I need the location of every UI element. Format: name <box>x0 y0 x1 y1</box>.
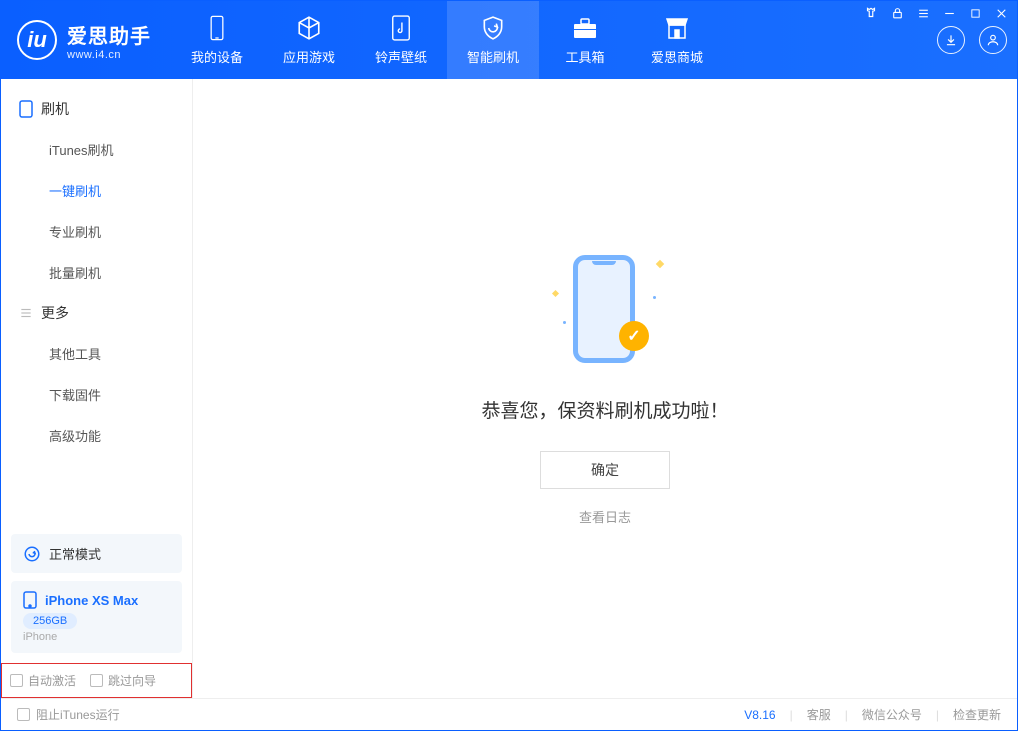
tab-label: 智能刷机 <box>467 47 519 66</box>
sidebar-item-pro-flash[interactable]: 专业刷机 <box>1 211 192 252</box>
tab-label: 应用游戏 <box>283 47 335 66</box>
checkbox-label: 自动激活 <box>28 672 76 689</box>
device-name: iPhone XS Max <box>45 593 138 608</box>
options-row: 自动激活 跳过向导 <box>1 663 192 698</box>
skip-guide-checkbox[interactable]: 跳过向导 <box>90 672 156 689</box>
tab-toolbox[interactable]: 工具箱 <box>539 1 631 79</box>
version-label: V8.16 <box>744 708 775 722</box>
header-right <box>937 26 1007 54</box>
sidebar-item-batch-flash[interactable]: 批量刷机 <box>1 252 192 293</box>
checkbox-icon <box>90 674 103 687</box>
capacity-badge: 256GB <box>23 613 77 629</box>
checkbox-icon <box>17 708 30 721</box>
lock-icon[interactable] <box>889 5 905 21</box>
shield-refresh-icon <box>480 15 506 41</box>
window-controls <box>863 5 1009 21</box>
sidebar-item-itunes-flash[interactable]: iTunes刷机 <box>1 129 192 170</box>
tab-label: 铃声壁纸 <box>375 47 427 66</box>
tab-store[interactable]: 爱思商城 <box>631 1 723 79</box>
sidebar-section-title: 更多 <box>41 303 69 323</box>
device-info-card[interactable]: iPhone XS Max 256GB iPhone <box>11 581 182 653</box>
main-content: ✓ 恭喜您，保资料刷机成功啦！ 确定 查看日志 <box>193 79 1017 698</box>
device-type: iPhone <box>23 631 170 643</box>
checkbox-icon <box>10 674 23 687</box>
block-itunes-checkbox[interactable]: 阻止iTunes运行 <box>17 706 120 723</box>
user-button[interactable] <box>979 26 1007 54</box>
header: iu 爱思助手 www.i4.cn 我的设备 应用游戏 铃声壁纸 智能刷机 <box>1 1 1017 79</box>
toolbox-icon <box>572 15 598 41</box>
sidebar-section-more: 更多 <box>1 293 192 333</box>
sidebar-section-flash: 刷机 <box>1 89 192 129</box>
tab-my-device[interactable]: 我的设备 <box>171 1 263 79</box>
logo-icon: iu <box>17 20 57 60</box>
support-link[interactable]: 客服 <box>807 706 831 723</box>
close-button[interactable] <box>993 5 1009 21</box>
check-update-link[interactable]: 检查更新 <box>953 706 1001 723</box>
tab-label: 爱思商城 <box>651 47 703 66</box>
check-icon: ✓ <box>619 321 649 351</box>
view-log-link[interactable]: 查看日志 <box>579 507 631 526</box>
cube-icon <box>296 15 322 41</box>
refresh-icon <box>23 545 41 563</box>
logo: iu 爱思助手 www.i4.cn <box>17 20 151 61</box>
device-icon <box>204 15 230 41</box>
tab-flash[interactable]: 智能刷机 <box>447 1 539 79</box>
sidebar-item-other-tools[interactable]: 其他工具 <box>1 333 192 374</box>
device-panel: 正常模式 iPhone XS Max 256GB iPhone <box>1 534 192 663</box>
checkbox-label: 阻止iTunes运行 <box>36 706 120 723</box>
ok-button[interactable]: 确定 <box>540 451 670 489</box>
checkbox-label: 跳过向导 <box>108 672 156 689</box>
device-mode-card[interactable]: 正常模式 <box>11 534 182 573</box>
minimize-button[interactable] <box>941 5 957 21</box>
success-illustration: ✓ <box>545 251 665 371</box>
sidebar-item-advanced[interactable]: 高级功能 <box>1 415 192 456</box>
store-icon <box>664 15 690 41</box>
download-button[interactable] <box>937 26 965 54</box>
footer: 阻止iTunes运行 V8.16 | 客服 | 微信公众号 | 检查更新 <box>1 698 1017 730</box>
nav-tabs: 我的设备 应用游戏 铃声壁纸 智能刷机 工具箱 爱思商城 <box>171 1 723 79</box>
shirt-icon[interactable] <box>863 5 879 21</box>
sidebar-section-title: 刷机 <box>41 99 69 119</box>
device-mode-label: 正常模式 <box>49 544 101 563</box>
wechat-link[interactable]: 微信公众号 <box>862 706 922 723</box>
music-file-icon <box>388 15 414 41</box>
success-message: 恭喜您，保资料刷机成功啦！ <box>481 396 728 423</box>
tab-ringtones[interactable]: 铃声壁纸 <box>355 1 447 79</box>
app-title: 爱思助手 <box>67 20 151 49</box>
list-icon <box>19 306 33 320</box>
tab-apps[interactable]: 应用游戏 <box>263 1 355 79</box>
app-subtitle: www.i4.cn <box>67 49 151 61</box>
sidebar: 刷机 iTunes刷机 一键刷机 专业刷机 批量刷机 更多 其他工具 下载固件 … <box>1 79 193 698</box>
tab-label: 工具箱 <box>565 47 604 66</box>
tab-label: 我的设备 <box>191 47 243 66</box>
phone-icon <box>23 591 37 609</box>
auto-activate-checkbox[interactable]: 自动激活 <box>10 672 76 689</box>
sidebar-item-download-firmware[interactable]: 下载固件 <box>1 374 192 415</box>
menu-icon[interactable] <box>915 5 931 21</box>
phone-outline-icon <box>19 100 33 118</box>
sidebar-item-oneclick-flash[interactable]: 一键刷机 <box>1 170 192 211</box>
maximize-button[interactable] <box>967 5 983 21</box>
